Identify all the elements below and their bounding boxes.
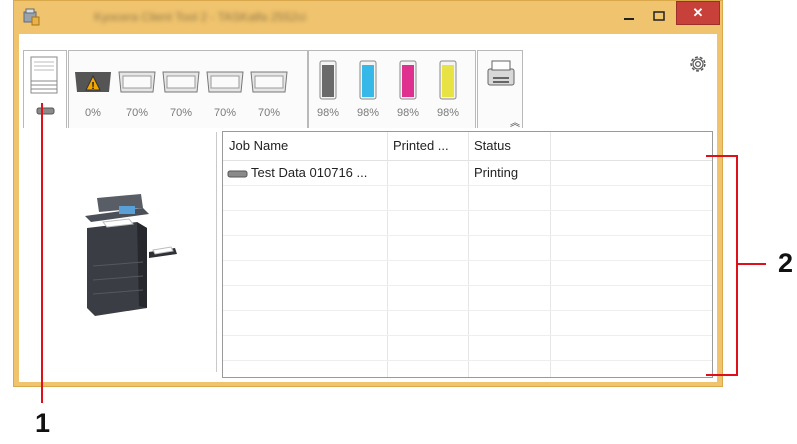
tray-3-level: 70% (169, 107, 193, 119)
status-toolbar: ! 0% 70% 70% 70% 70% 98% 98% 98% 98% ︽ (19, 34, 717, 129)
table-row-empty (223, 236, 712, 261)
callout-1-leader (41, 103, 43, 403)
table-row-empty (223, 286, 712, 311)
chevron-up-icon: ︽ (510, 118, 520, 129)
column-header-extra[interactable] (550, 132, 712, 160)
magenta-toner-level: 98% (396, 107, 420, 119)
tray-1-level: 0% (85, 107, 101, 119)
tray-1-icon: ! (75, 72, 111, 92)
maximize-button[interactable] (648, 5, 670, 27)
cyan-toner-level: 98% (356, 107, 380, 119)
printed-cell (387, 161, 468, 185)
gear-icon[interactable] (687, 53, 709, 75)
window-title: Kyocera Client Tool 2 - TASKalfa 2552ci (94, 10, 307, 24)
cyan-toner-icon (359, 60, 377, 100)
callout-1-label: 1 (35, 408, 51, 438)
job-list-table: Job Name Printed ... Status Test Data 01… (222, 131, 713, 378)
callout-2-bracket (736, 156, 738, 376)
tab-paper-trays[interactable]: ! 0% 70% 70% 70% 70% (68, 50, 308, 128)
svg-text:!: ! (91, 81, 94, 92)
device-preview-panel (19, 128, 209, 382)
maximize-icon (653, 11, 665, 21)
yellow-toner-level: 98% (436, 107, 460, 119)
minimize-button[interactable] (618, 5, 640, 27)
table-row-empty (223, 211, 712, 236)
tray-5-level: 70% (257, 107, 281, 119)
tray-3-icon (162, 71, 200, 93)
printer-icon (487, 60, 515, 86)
job-indicator-icon (227, 170, 248, 178)
app-icon (23, 8, 40, 26)
callout-2-leader (738, 263, 766, 265)
close-icon: ✕ (692, 5, 704, 20)
status-monitor-window: Kyocera Client Tool 2 - TASKalfa 2552ci … (13, 0, 723, 387)
job-name-cell: Test Data 010716 ... (223, 161, 387, 185)
column-header-status[interactable]: Status (468, 132, 550, 160)
yellow-toner-icon (439, 60, 457, 100)
printer-device-image (85, 194, 177, 316)
black-toner-level: 98% (316, 107, 340, 119)
tab-toner[interactable]: 98% 98% 98% 98% (308, 50, 476, 128)
table-row-empty (223, 186, 712, 211)
panel-splitter[interactable] (216, 132, 217, 372)
tray-4-level: 70% (213, 107, 237, 119)
client-area: ! 0% 70% 70% 70% 70% 98% 98% 98% 98% ︽ J… (19, 34, 717, 382)
close-button[interactable]: ✕ (676, 1, 720, 25)
column-header-printed[interactable]: Printed ... (387, 132, 468, 160)
tray-2-level: 70% (125, 107, 149, 119)
job-stack-icon (30, 56, 58, 94)
magenta-toner-icon (399, 60, 417, 100)
table-row[interactable]: Test Data 010716 ... Printing (223, 161, 712, 186)
callout-2-bracket (706, 374, 738, 376)
column-header-job-name[interactable]: Job Name (223, 132, 387, 160)
table-row-empty (223, 336, 712, 361)
table-row-empty (223, 311, 712, 336)
minimize-icon (624, 18, 634, 20)
job-name-text: Test Data 010716 ... (251, 165, 368, 180)
tray-4-icon (206, 71, 244, 93)
black-toner-icon (319, 60, 337, 100)
job-indicator-icon (36, 107, 55, 115)
callout-2-bracket (706, 155, 738, 157)
tab-jobs[interactable] (23, 50, 67, 128)
collapse-toolbar-button[interactable]: ︽ (510, 114, 520, 129)
callout-2-label: 2 (778, 248, 794, 278)
tray-5-icon (250, 71, 288, 93)
table-row-empty (223, 261, 712, 286)
title-bar: Kyocera Client Tool 2 - TASKalfa 2552ci … (14, 1, 722, 33)
tray-2-icon (118, 71, 156, 93)
status-cell: Printing (474, 165, 519, 180)
